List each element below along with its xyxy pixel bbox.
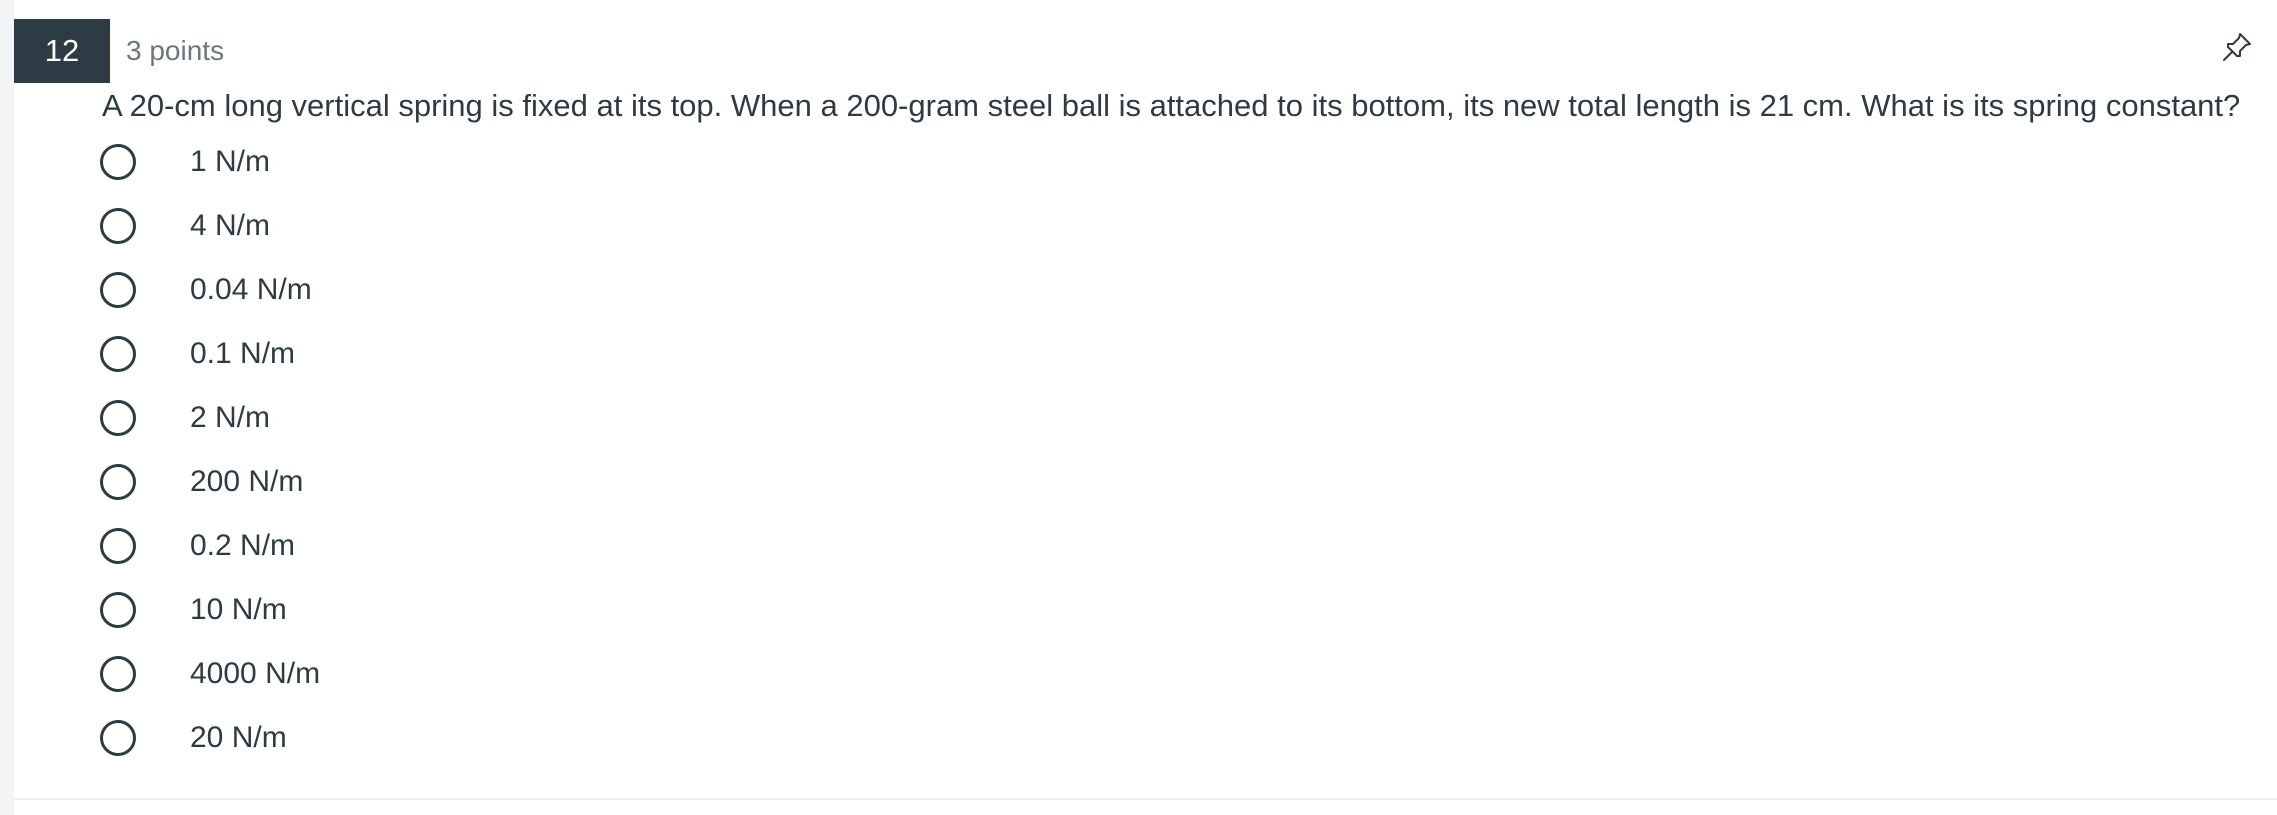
answer-option[interactable]: 10 N/m [100, 578, 320, 642]
answer-option-label: 2 N/m [190, 401, 271, 434]
radio-unchecked-icon[interactable] [100, 336, 136, 372]
pin-icon [2219, 29, 2255, 70]
radio-unchecked-icon[interactable] [100, 272, 136, 308]
answer-option-label: 20 N/m [190, 721, 287, 754]
radio-unchecked-icon[interactable] [100, 144, 136, 180]
answer-option[interactable]: 4000 N/m [100, 642, 320, 706]
question-text: A 20-cm long vertical spring is fixed at… [102, 88, 2241, 123]
answer-option-label: 1 N/m [190, 145, 271, 178]
radio-unchecked-icon[interactable] [100, 464, 136, 500]
quiz-page: 12 3 points A 20-cm long vertical spring… [0, 0, 2277, 815]
answer-option[interactable]: 0.2 N/m [100, 514, 320, 578]
left-gutter [0, 0, 14, 815]
radio-unchecked-icon[interactable] [100, 656, 136, 692]
question-card: 12 3 points A 20-cm long vertical spring… [14, 0, 2277, 800]
radio-unchecked-icon[interactable] [100, 592, 136, 628]
pin-question-button[interactable] [2217, 29, 2257, 69]
answer-option[interactable]: 4 N/m [100, 194, 320, 258]
answer-option-label: 0.1 N/m [190, 337, 296, 370]
answer-option-label: 0.04 N/m [190, 273, 312, 306]
answer-option-label: 200 N/m [190, 465, 304, 498]
answer-option[interactable]: 200 N/m [100, 450, 320, 514]
answer-option[interactable]: 0.04 N/m [100, 258, 320, 322]
answer-options: 1 N/m 4 N/m 0.04 N/m 0.1 N/m 2 N/m 200 N… [100, 130, 320, 770]
question-number: 12 [14, 19, 110, 83]
radio-unchecked-icon[interactable] [100, 400, 136, 436]
answer-option[interactable]: 2 N/m [100, 386, 320, 450]
answer-option-label: 4 N/m [190, 209, 271, 242]
answer-option-label: 0.2 N/m [190, 529, 296, 562]
answer-option[interactable]: 1 N/m [100, 130, 320, 194]
answer-option-label: 4000 N/m [190, 657, 321, 690]
answer-option[interactable]: 0.1 N/m [100, 322, 320, 386]
question-points: 3 points [126, 35, 225, 66]
radio-unchecked-icon[interactable] [100, 208, 136, 244]
radio-unchecked-icon[interactable] [100, 528, 136, 564]
radio-unchecked-icon[interactable] [100, 720, 136, 756]
answer-option-label: 10 N/m [190, 593, 287, 626]
answer-option[interactable]: 20 N/m [100, 706, 320, 770]
